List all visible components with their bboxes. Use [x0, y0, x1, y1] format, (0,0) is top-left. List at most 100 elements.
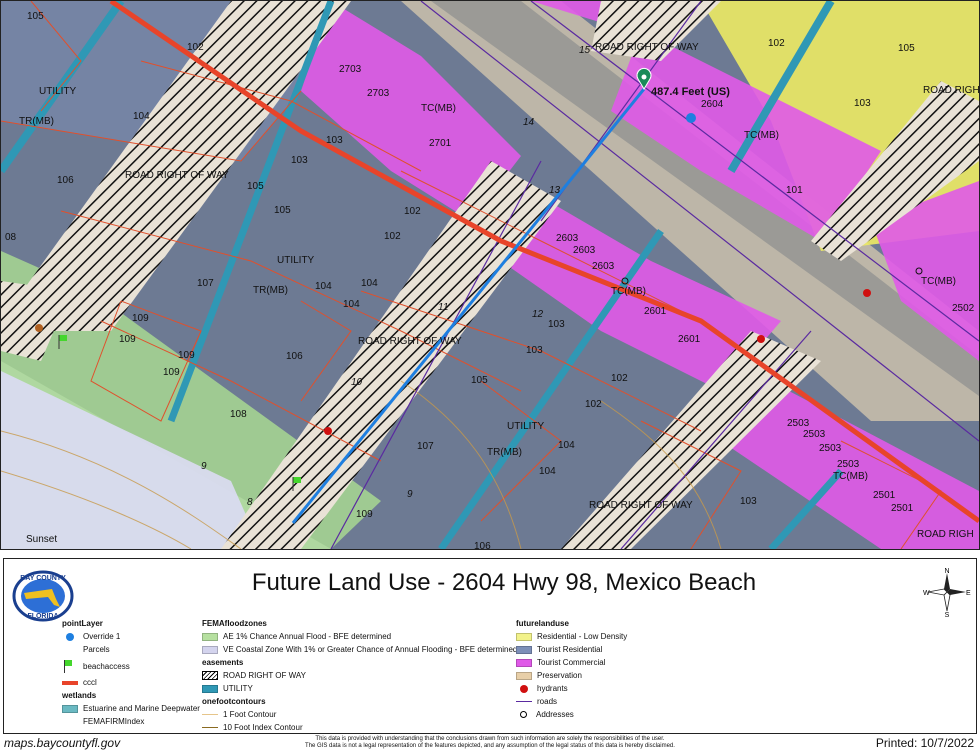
svg-text:8: 8	[247, 497, 253, 508]
legend-contours-heading: onefootcontours	[202, 697, 266, 706]
hydrant-3[interactable]	[324, 427, 332, 435]
legend-res-low: Residential - Low Density	[516, 630, 716, 643]
svg-text:103: 103	[326, 135, 343, 146]
svg-text:105: 105	[27, 11, 44, 22]
svg-text:106: 106	[474, 541, 491, 549]
svg-text:TC(MB): TC(MB)	[921, 276, 956, 287]
svg-text:102: 102	[611, 373, 628, 384]
svg-text:105: 105	[247, 181, 264, 192]
svg-text:106: 106	[286, 351, 303, 362]
svg-text:106: 106	[57, 175, 74, 186]
map-viewport[interactable]: 487.4 Feet (US) 105 102 UTILITY TR(MB) 1…	[0, 0, 980, 550]
hydrant-1[interactable]	[863, 289, 871, 297]
svg-text:2501: 2501	[891, 503, 914, 514]
svg-text:2603: 2603	[573, 245, 596, 256]
svg-text:103: 103	[740, 496, 757, 507]
svg-text:UTILITY: UTILITY	[39, 86, 77, 97]
legend-preservation: Preservation	[516, 669, 716, 682]
svg-text:109: 109	[356, 509, 373, 520]
svg-text:102: 102	[187, 42, 204, 53]
svg-text:2701: 2701	[429, 138, 452, 149]
legend-row: ROAD RIGHT OF WAY	[202, 669, 522, 682]
legend-flood-heading: FEMAfloodzones	[202, 619, 267, 628]
legend-roads: roads	[516, 695, 716, 708]
legend-flu-heading: futurelanduse	[516, 619, 569, 628]
map-canvas[interactable]: 487.4 Feet (US) 105 102 UTILITY TR(MB) 1…	[1, 1, 979, 549]
legend-estuarine: Estuarine and Marine Deepwater	[62, 702, 202, 715]
bay-county-logo: BAY COUNTY FLORIDA	[12, 569, 74, 623]
legend-10ft: 10 Foot Index Contour	[202, 721, 522, 734]
svg-text:ROAD RIGHT OF WAY: ROAD RIGHT OF WAY	[589, 500, 693, 511]
legend-pointlayer-heading: pointLayer	[62, 619, 103, 628]
svg-text:Sunset: Sunset	[26, 534, 57, 545]
svg-text:2703: 2703	[339, 64, 362, 75]
svg-text:103: 103	[854, 98, 871, 109]
legend-tour-res: Tourist Residential	[516, 643, 716, 656]
legend-override: Override 1	[62, 630, 202, 643]
svg-text:TC(MB): TC(MB)	[611, 286, 646, 297]
legend-1ft: 1 Foot Contour	[202, 708, 522, 721]
svg-text:TC(MB): TC(MB)	[833, 471, 868, 482]
svg-text:2703: 2703	[367, 88, 390, 99]
svg-text:103: 103	[291, 155, 308, 166]
svg-text:11: 11	[438, 302, 448, 313]
legend-ve: VE Coastal Zone With 1% or Greater Chanc…	[202, 643, 522, 656]
legend-panel: BAY COUNTY FLORIDA Future Land Use - 260…	[3, 558, 977, 734]
svg-text:103: 103	[548, 319, 565, 330]
svg-text:108: 108	[230, 409, 247, 420]
svg-text:2503: 2503	[837, 459, 860, 470]
svg-text:N: N	[944, 568, 949, 575]
hydrant-2[interactable]	[757, 335, 765, 343]
svg-text:104: 104	[539, 466, 556, 477]
svg-text:15: 15	[579, 45, 591, 56]
svg-text:08: 08	[5, 232, 17, 243]
svg-text:2604: 2604	[701, 99, 724, 110]
svg-text:UTILITY: UTILITY	[277, 255, 315, 266]
legend-firm: FEMAFIRMIndex	[83, 717, 145, 726]
svg-text:104: 104	[133, 111, 150, 122]
svg-text:109: 109	[119, 334, 136, 345]
svg-text:UTILITY: UTILITY	[507, 421, 545, 432]
svg-text:TR(MB): TR(MB)	[487, 447, 522, 458]
svg-text:9: 9	[407, 489, 413, 500]
hydrant-4[interactable]	[35, 324, 43, 332]
svg-text:104: 104	[343, 299, 360, 310]
legend-addresses: Addresses	[516, 708, 716, 721]
svg-text:109: 109	[132, 313, 149, 324]
svg-text:9: 9	[201, 461, 207, 472]
separator	[0, 550, 980, 558]
footer-printed-date: Printed: 10/7/2022	[875, 736, 974, 750]
svg-text:107: 107	[417, 441, 434, 452]
footer-disclaimer: This data is provided with understanding…	[305, 736, 675, 749]
svg-text:S: S	[945, 612, 950, 617]
svg-text:10: 10	[351, 377, 363, 388]
svg-text:105: 105	[898, 43, 915, 54]
svg-text:ROAD RIGHT OF WAY: ROAD RIGHT OF WAY	[125, 170, 229, 181]
legend-col-3: futurelanduse Residential - Low Density …	[516, 619, 716, 721]
footer-url[interactable]: maps.baycountyfl.gov	[4, 736, 120, 750]
svg-text:2503: 2503	[819, 443, 842, 454]
legend-col-1: pointLayer Override 1 Parcels beachacces…	[62, 619, 202, 728]
svg-text:105: 105	[274, 205, 291, 216]
svg-text:E: E	[966, 590, 971, 597]
svg-text:TR(MB): TR(MB)	[19, 116, 54, 127]
legend-parcels: Parcels	[83, 645, 110, 654]
svg-text:FLORIDA: FLORIDA	[27, 613, 58, 620]
svg-text:2501: 2501	[873, 490, 896, 501]
map-title: Future Land Use - 2604 Hwy 98, Mexico Be…	[251, 569, 757, 596]
svg-text:101: 101	[786, 185, 803, 196]
legend-utility: UTILITY	[202, 682, 522, 695]
svg-text:12: 12	[532, 309, 544, 320]
override-point[interactable]	[686, 113, 696, 123]
svg-text:TC(MB): TC(MB)	[421, 103, 456, 114]
svg-text:109: 109	[178, 350, 195, 361]
beachaccess-icon	[62, 659, 78, 673]
svg-text:14: 14	[523, 117, 535, 128]
svg-text:107: 107	[197, 278, 214, 289]
legend-beachaccess: beachaccess	[62, 656, 202, 676]
legend-easements-heading: easements	[202, 658, 244, 667]
legend-hydrants: hydrants	[516, 682, 716, 695]
svg-text:2603: 2603	[556, 233, 579, 244]
legend-wetlands-heading: wetlands	[62, 691, 97, 700]
svg-text:2503: 2503	[803, 429, 826, 440]
